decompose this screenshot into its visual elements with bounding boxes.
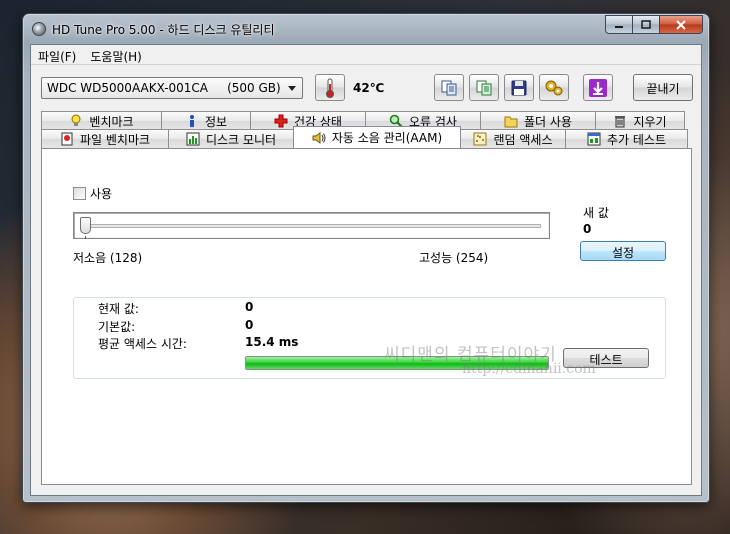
download-button[interactable] xyxy=(583,74,613,101)
tab-benchmark[interactable]: 벤치마크 xyxy=(41,111,162,130)
chevron-down-icon xyxy=(288,86,296,91)
file-benchmark-icon xyxy=(61,132,73,146)
copy-screenshot-button[interactable] xyxy=(469,74,499,101)
menu-help[interactable]: 도움말(H) xyxy=(83,45,149,64)
slider-tick xyxy=(85,236,86,239)
tab-folder-usage[interactable]: 폴더 사용 xyxy=(480,111,596,130)
thermometer-icon xyxy=(326,78,334,98)
new-value-label: 새 값 xyxy=(583,206,609,220)
drive-select[interactable]: WDC WD5000AAKX-001CA (500 GB) xyxy=(41,77,303,99)
floppy-disk-icon xyxy=(511,80,527,95)
tab-random-access[interactable]: 랜덤 액세스 xyxy=(460,129,566,148)
new-value: 0 xyxy=(583,222,592,236)
tab-label: 디스크 모니터 xyxy=(205,132,277,147)
enable-aam[interactable]: 사용 xyxy=(73,185,112,202)
temperature-value: 42℃ xyxy=(353,81,385,95)
options-button[interactable] xyxy=(539,74,569,101)
lightbulb-icon xyxy=(71,114,81,126)
maximize-icon xyxy=(641,20,651,29)
low-noise-label: 저소음 (128) xyxy=(73,251,143,265)
aam-slider[interactable] xyxy=(73,212,550,239)
tab-info[interactable]: 정보 xyxy=(161,111,251,130)
copy-icon xyxy=(441,80,457,95)
exit-button[interactable]: 끝내기 xyxy=(633,74,693,101)
trash-icon xyxy=(615,116,626,128)
folder-icon xyxy=(504,116,518,128)
app-icon[interactable] xyxy=(32,22,46,36)
default-value: 0 xyxy=(245,318,254,332)
avg-access-time-label: 평균 액세스 시간: xyxy=(98,337,187,351)
tab-label: 랜덤 액세스 xyxy=(493,132,553,147)
tab-row-front: 파일 벤치마크 디스크 모니터 자동 소음 관리(AAM) 랜덤 액세스 추가 … xyxy=(41,126,688,148)
default-value-label: 기본값: xyxy=(98,320,136,334)
tab-erase[interactable]: 지우기 xyxy=(595,111,685,130)
drive-select-value: WDC WD5000AAKX-001CA (500 GB) xyxy=(47,81,281,95)
tab-label: 파일 벤치마크 xyxy=(79,132,151,147)
tab-label: 지우기 xyxy=(633,114,667,129)
client-area: 파일(F) 도움말(H) WDC WD5000AAKX-001CA (500 G… xyxy=(30,44,702,496)
close-icon xyxy=(676,19,686,30)
tab-extra-tests[interactable]: 추가 테스트 xyxy=(565,129,688,148)
slider-thumb[interactable] xyxy=(80,217,91,234)
speaker-icon xyxy=(312,131,326,144)
current-value-label: 현재 값: xyxy=(98,302,139,316)
menu-file[interactable]: 파일(F) xyxy=(31,45,83,64)
tab-aam[interactable]: 자동 소음 관리(AAM) xyxy=(293,126,461,148)
window-title: HD Tune Pro 5.00 - 하드 디스크 유틸리티 xyxy=(52,23,275,37)
download-arrow-icon xyxy=(589,78,607,97)
tab-disk-monitor[interactable]: 디스크 모니터 xyxy=(168,129,294,148)
temperature-button[interactable] xyxy=(315,74,345,101)
watermark-url: http://cdmanii.com xyxy=(462,361,596,377)
tab-label: 벤치마크 xyxy=(89,114,134,129)
tab-label: 추가 테스트 xyxy=(606,132,666,147)
clipboard-icon xyxy=(476,80,492,95)
caption-buttons xyxy=(605,15,703,34)
set-button[interactable]: 설정 xyxy=(580,241,666,261)
tab-label: 폴더 사용 xyxy=(524,114,572,129)
red-cross-icon xyxy=(274,114,288,128)
save-button[interactable] xyxy=(504,74,534,101)
copy-info-button[interactable] xyxy=(434,74,464,101)
toolbar: WDC WD5000AAKX-001CA (500 GB) 42℃ 끝내기 xyxy=(31,66,701,106)
avg-access-time-value: 15.4 ms xyxy=(245,335,299,349)
aam-panel: 사용 저소음 (128) 고성능 (254) 새 값 0 설정 현재 값: 0 … xyxy=(41,148,692,485)
minimize-icon xyxy=(615,25,623,28)
current-value: 0 xyxy=(245,300,254,314)
enable-label: 사용 xyxy=(90,187,113,201)
tab-file-benchmark[interactable]: 파일 벤치마크 xyxy=(41,129,169,148)
disk-monitor-icon xyxy=(186,132,200,146)
slider-track xyxy=(82,224,541,228)
maximize-button[interactable] xyxy=(632,15,659,34)
info-icon xyxy=(189,115,194,127)
main-window: HD Tune Pro 5.00 - 하드 디스크 유틸리티 파일(F) 도움말… xyxy=(22,13,710,503)
minimize-button[interactable] xyxy=(605,15,632,34)
tab-label: 정보 xyxy=(204,114,228,129)
gear-icon xyxy=(545,80,563,95)
extra-tests-icon xyxy=(587,132,601,146)
title-bar[interactable]: HD Tune Pro 5.00 - 하드 디스크 유틸리티 xyxy=(23,14,709,44)
close-button[interactable] xyxy=(659,15,703,34)
tab-label: 자동 소음 관리(AAM) xyxy=(331,131,443,145)
high-performance-label: 고성능 (254) xyxy=(419,251,489,265)
enable-checkbox[interactable] xyxy=(73,187,86,200)
menu-bar: 파일(F) 도움말(H) xyxy=(31,45,701,65)
random-access-icon xyxy=(473,132,487,146)
